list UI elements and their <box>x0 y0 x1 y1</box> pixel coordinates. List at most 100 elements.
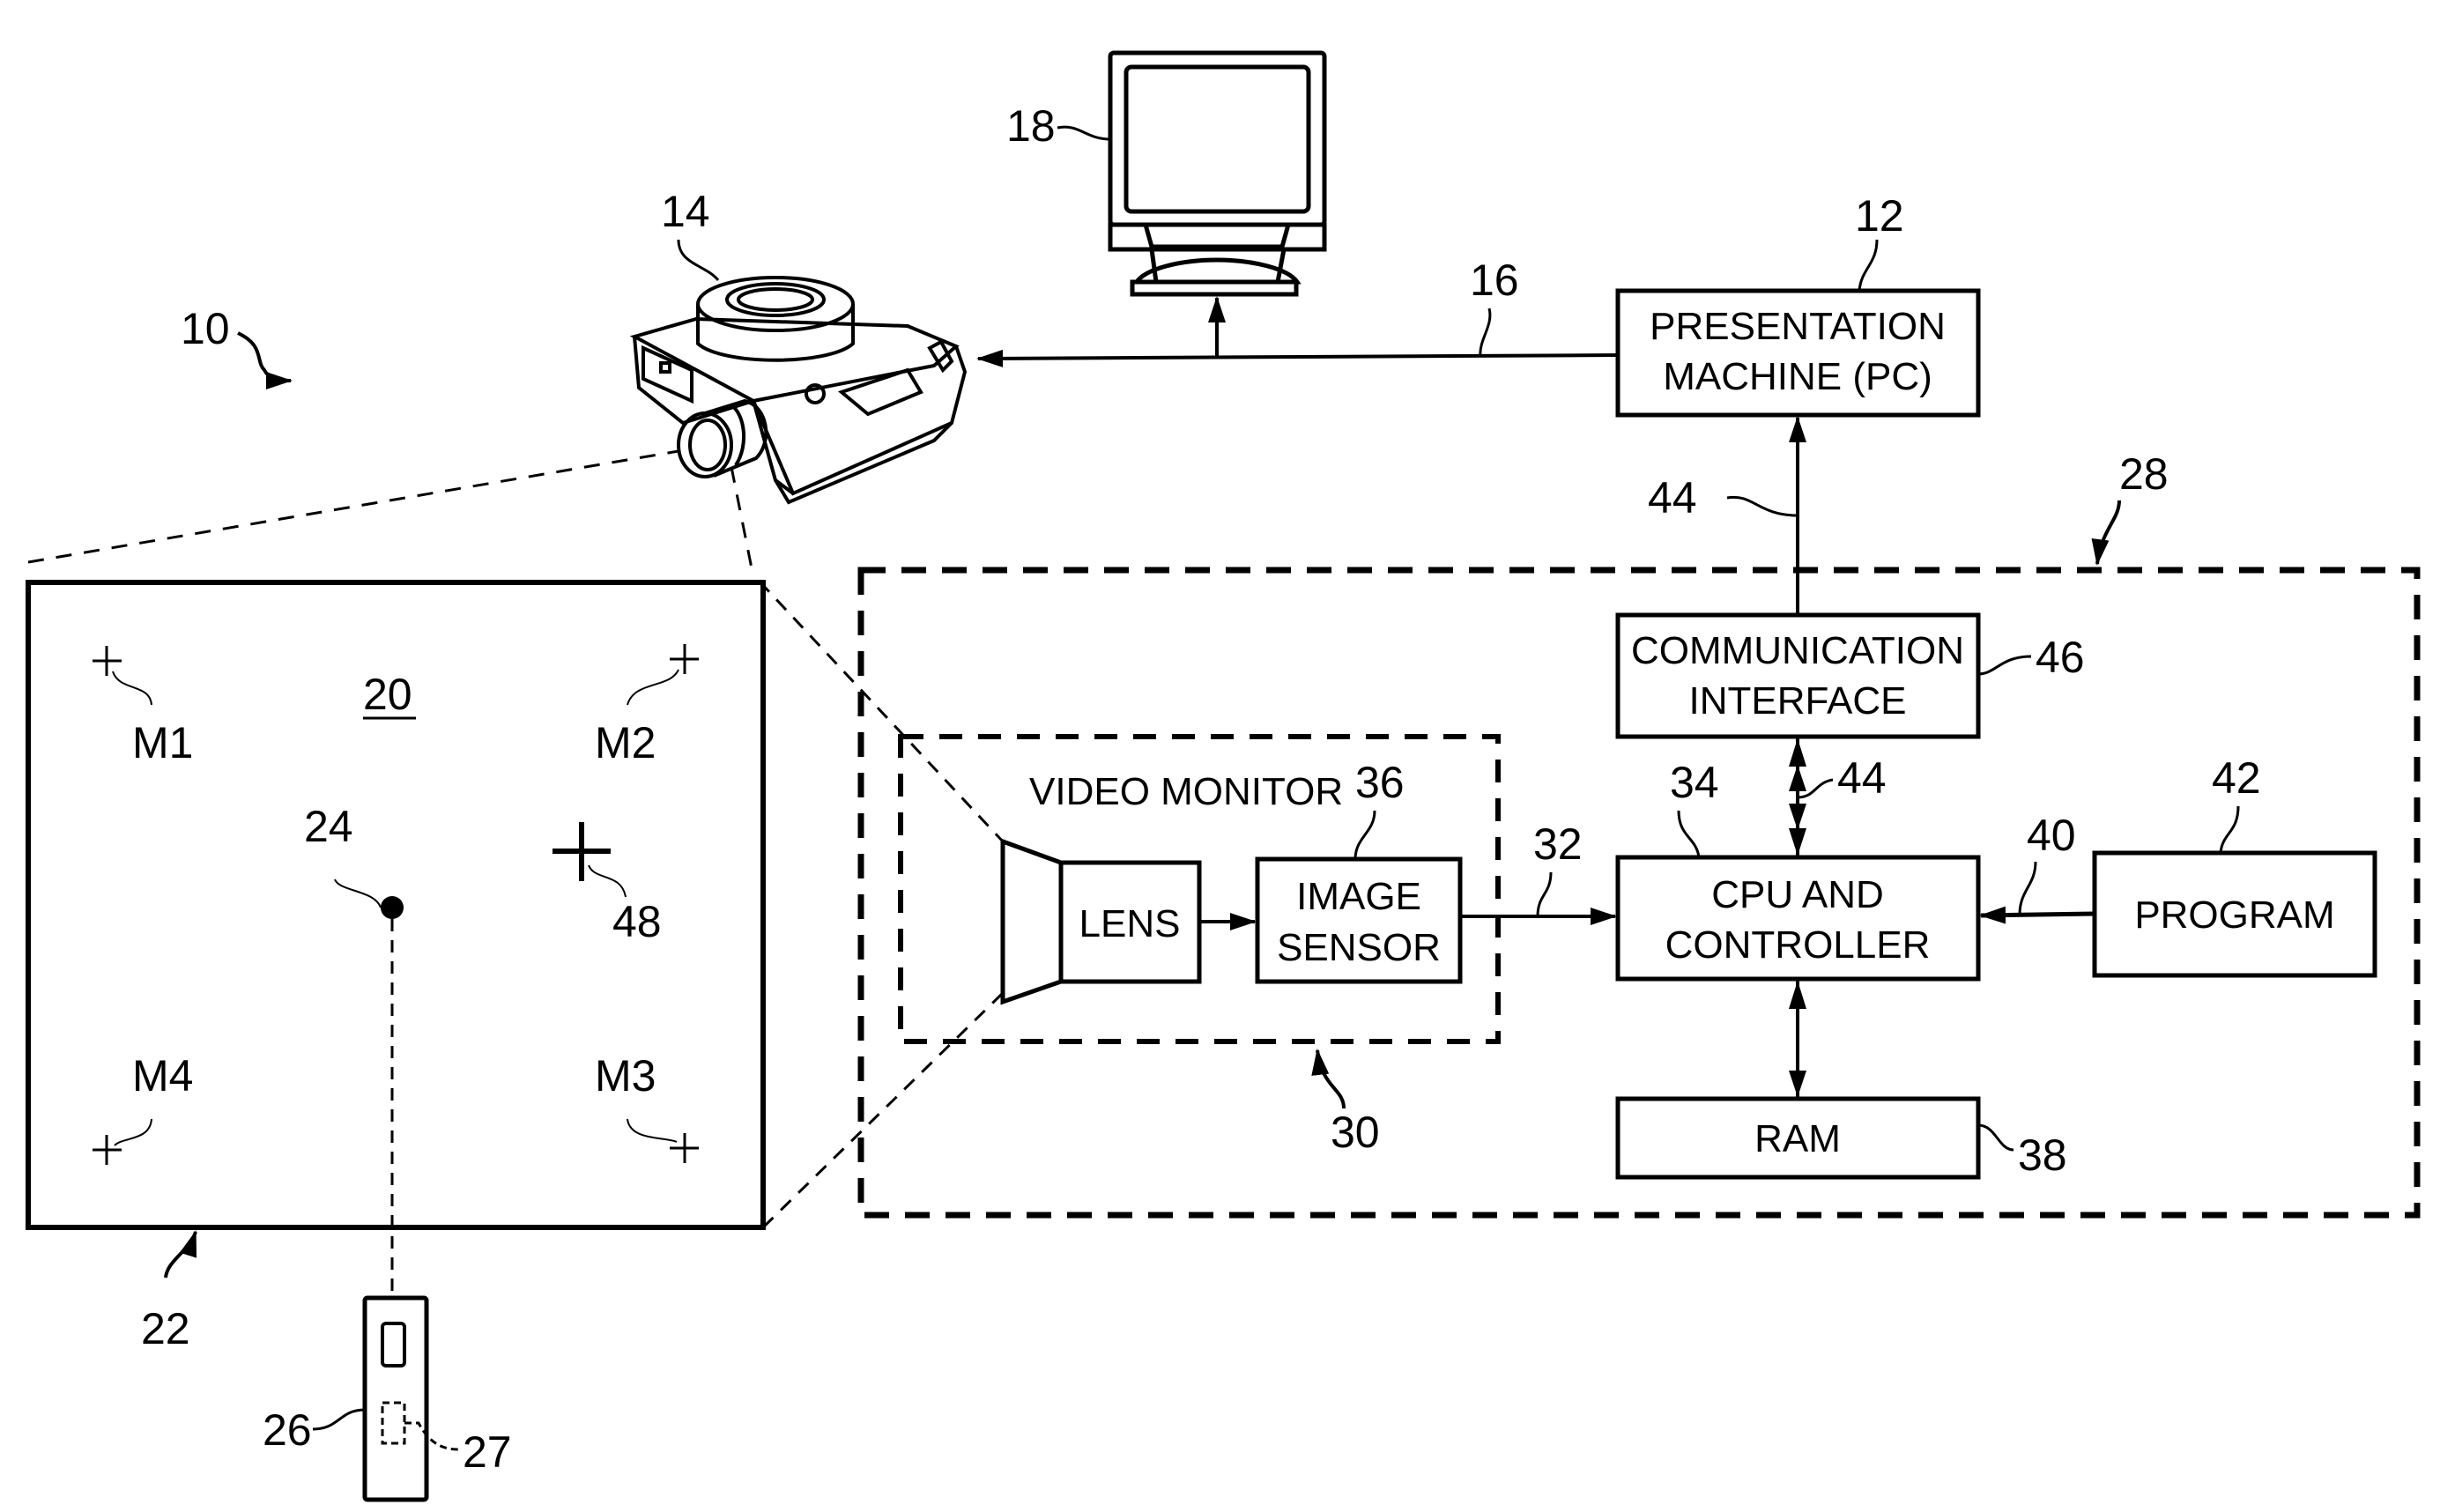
calibration-mark-m1: M1 <box>93 646 193 767</box>
camera-view-bottom <box>761 991 1005 1229</box>
laser-spot-ref-label: 24 <box>304 802 353 851</box>
comm-interface-line2: INTERFACE <box>1689 679 1907 723</box>
crosshair-icon <box>670 644 699 674</box>
system-ref-label: 10 <box>181 304 230 353</box>
lens-label: LENS <box>1079 902 1181 945</box>
projection-beams <box>27 449 1005 1229</box>
laser-spot: 24 <box>304 802 404 919</box>
ram-leader <box>1977 1123 2014 1152</box>
cursor-crosshair-icon <box>553 822 611 881</box>
beam-top-left <box>27 449 679 564</box>
comm-interface-ref-label: 46 <box>2036 633 2085 682</box>
beam-top-right <box>730 466 755 578</box>
calibration-mark-m3: M3 <box>595 1051 699 1163</box>
comm-link-upper-ref-label: 44 <box>1648 473 1697 523</box>
program-link-line <box>1979 906 2095 924</box>
comm-interface-line1: COMMUNICATION <box>1631 629 1964 672</box>
program: PROGRAM 42 <box>2092 753 2377 978</box>
cursor-ref-label: 48 <box>612 897 662 946</box>
comm-link-lower-arrowhead-up <box>1789 738 1806 767</box>
cursor-leader <box>588 864 627 898</box>
laser-spot-leader <box>334 878 382 908</box>
pointer-emitter-icon <box>381 1401 406 1445</box>
crosshair-icon <box>670 1133 699 1163</box>
screen-ref-label: 22 <box>141 1304 190 1353</box>
comm-link-lower-arrowhead-down <box>1789 828 1806 856</box>
sensor-link-leader <box>1536 871 1553 917</box>
tracking-system-callout-arrow <box>2091 500 2121 566</box>
pointer-button-icon <box>381 1322 406 1367</box>
tracking-system-ref-label: 28 <box>2119 449 2169 499</box>
m4-label: M4 <box>132 1051 193 1101</box>
ram-ref-label: 38 <box>2018 1130 2067 1180</box>
m1-leader <box>112 671 152 706</box>
program-ref-label: 42 <box>2212 753 2261 803</box>
video-link-leader <box>1479 308 1492 358</box>
system-callout-arrow <box>237 331 293 389</box>
lens-cone-icon <box>1000 838 1064 1005</box>
sensor-link-ref-label: 32 <box>1533 819 1583 869</box>
presentation-machine-leader <box>1858 239 1879 292</box>
crosshair-icon <box>93 646 122 676</box>
pointer-emitter-ref-label: 27 <box>463 1427 512 1477</box>
m3-leader <box>627 1118 678 1143</box>
projector-icon <box>629 276 968 505</box>
cpu-controller-line1: CPU AND <box>1711 873 1884 916</box>
video-link: 16 <box>976 256 1619 367</box>
video-monitor-callout-arrow <box>1311 1049 1346 1109</box>
calibration-mark-m4: M4 <box>93 1051 193 1165</box>
comm-link-lower-leader <box>1797 778 1834 799</box>
cpu-ram-link <box>1789 981 1806 1097</box>
cpu-ram-arrowhead-down <box>1789 1071 1806 1097</box>
pointer-leader <box>312 1408 366 1431</box>
program-link-ref-label: 40 <box>2027 811 2076 860</box>
screen: 22 20 M1 M2 M3 M4 48 24 <box>26 580 766 1353</box>
system-callout: 10 <box>181 304 293 389</box>
pointer-emitter-leader <box>404 1421 459 1451</box>
calibration-mark-m2: M2 <box>595 644 699 767</box>
presentation-machine-ref-label: 12 <box>1855 191 1904 241</box>
cpu-controller-ref-label: 34 <box>1670 758 1719 807</box>
camera-view-top <box>758 580 1005 843</box>
program-link: 40 <box>1979 811 2095 924</box>
comm-interface-leader <box>1977 655 2032 676</box>
comm-link-upper: 44 <box>1648 416 1806 615</box>
projector-leader <box>677 239 720 282</box>
comm-link-lower-ref-label: 44 <box>1837 753 1887 803</box>
monitor-leader <box>1057 125 1111 141</box>
monitor-icon <box>1108 50 1327 297</box>
video-monitor-ref-label: 30 <box>1331 1108 1380 1157</box>
projector-ref-label: 14 <box>661 187 710 236</box>
cpu-controller-line2: CONTROLLER <box>1665 923 1931 967</box>
presentation-machine-line1: PRESENTATION <box>1650 305 1946 348</box>
comm-interface: COMMUNICATION INTERFACE 46 <box>1615 612 2085 739</box>
screen-callout-arrow <box>164 1230 197 1279</box>
m2-label: M2 <box>595 718 656 767</box>
cursor-marker: 48 <box>553 822 662 946</box>
image-sensor-leader <box>1353 810 1376 860</box>
sensor-link: 32 <box>1460 819 1617 925</box>
presentation-machine-line2: MACHINE (PC) <box>1663 355 1932 398</box>
image-sensor-ref-label: 36 <box>1355 758 1405 807</box>
image-sensor-line1: IMAGE <box>1296 875 1421 918</box>
image-sensor-line2: SENSOR <box>1277 926 1441 969</box>
projected-image-ref-label: 20 <box>363 670 412 719</box>
m2-leader <box>627 669 679 706</box>
comm-link-upper-leader <box>1726 495 1798 517</box>
cpu-controller-leader <box>1677 810 1701 858</box>
program-link-leader <box>2018 861 2037 915</box>
monitor-ref-label: 18 <box>1006 101 1056 151</box>
presentation-machine: PRESENTATION MACHINE (PC) 12 <box>1615 191 1981 418</box>
program-leader <box>2219 805 2240 854</box>
m3-label: M3 <box>595 1051 656 1101</box>
patent-figure: 10 14 18 16 PRESENTATION MACHINE (PC) 12… <box>26 50 2421 1502</box>
video-link-ref-label: 16 <box>1470 256 1519 305</box>
cpu-ram-arrowhead-up <box>1789 981 1806 1009</box>
m1-label: M1 <box>132 718 193 767</box>
pointer-ref-label: 26 <box>263 1405 312 1455</box>
pointer-device: 26 27 <box>263 1295 512 1502</box>
m4-leader <box>114 1118 152 1146</box>
laser-dot-icon <box>381 896 404 919</box>
comm-link-lower: 44 <box>1789 738 1887 856</box>
video-link-line <box>976 349 1619 367</box>
